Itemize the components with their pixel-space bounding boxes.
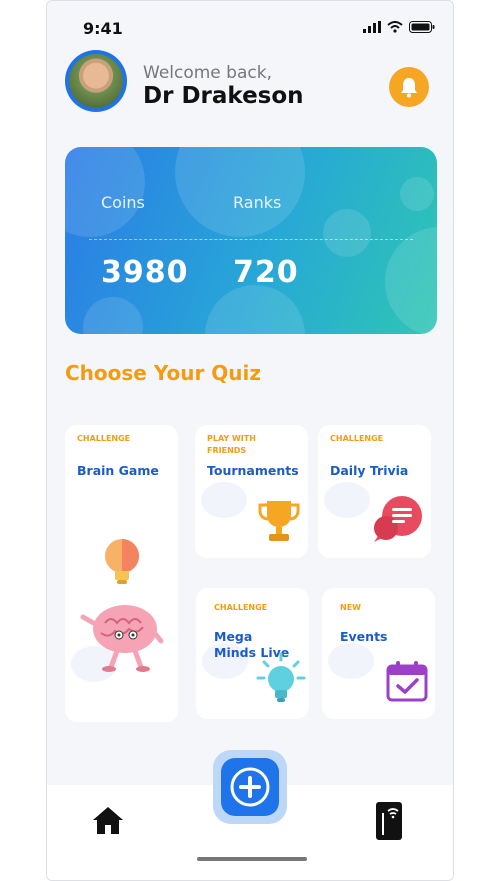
quiz-tag: PLAY WITH FRIENDS — [207, 434, 256, 455]
add-button[interactable] — [221, 758, 279, 816]
chat-icon — [374, 496, 422, 542]
battery-icon — [409, 21, 435, 33]
bg-bubble — [65, 147, 145, 237]
bg-bubble — [205, 285, 305, 334]
coins-label: Coins — [101, 193, 145, 212]
section-title: Choose Your Quiz — [65, 361, 262, 385]
user-name: Dr Drakeson — [143, 83, 304, 109]
quiz-card-daily-trivia[interactable]: CHALLENGE Daily Trivia — [318, 425, 431, 558]
ranks-label: Ranks — [233, 193, 282, 212]
bg-bubble — [385, 227, 437, 334]
status-time: 9:41 — [83, 19, 123, 38]
bg-bubble — [83, 297, 143, 334]
plus-icon — [230, 767, 270, 807]
quiz-title: Events — [340, 629, 388, 644]
ranks-value: 720 — [233, 255, 299, 290]
quiz-tag: CHALLENGE — [330, 434, 384, 443]
notification-button[interactable] — [389, 67, 429, 107]
lightbulb-icon — [256, 652, 306, 702]
wifi-icon — [387, 21, 403, 33]
home-indicator — [197, 857, 307, 861]
quiz-card-tournaments[interactable]: PLAY WITH FRIENDS Tournaments — [195, 425, 308, 558]
quiz-title: Tournaments — [207, 463, 299, 478]
avatar[interactable] — [65, 50, 127, 112]
calendar-icon — [386, 661, 428, 702]
bg-bubble — [323, 209, 371, 257]
app-screen: 9:41 Welcome back, Dr Drakeson Coins Ran… — [46, 0, 454, 881]
bell-icon — [401, 78, 417, 98]
quiz-tag: CHALLENGE — [214, 603, 268, 612]
quiz-tag: CHALLENGE — [77, 434, 131, 443]
quiz-card-brain-game[interactable]: CHALLENGE Brain Game — [65, 425, 178, 722]
welcome-text: Welcome back, — [143, 63, 272, 83]
quiz-title: Daily Trivia — [330, 463, 409, 478]
bg-bubble — [175, 147, 305, 237]
status-bar: 9:41 — [47, 1, 453, 57]
phone-icon[interactable] — [374, 801, 404, 841]
quiz-tag: NEW — [340, 603, 361, 612]
coins-value: 3980 — [101, 255, 189, 290]
home-icon[interactable] — [92, 804, 124, 836]
brain-icon — [80, 605, 164, 672]
trophy-icon — [258, 501, 300, 541]
status-icons — [363, 21, 435, 33]
quiz-card-mega-minds-live[interactable]: CHALLENGE Mega Minds Live — [196, 588, 309, 719]
stats-card: Coins Ranks 3980 720 — [65, 147, 437, 334]
quiz-title: Brain Game — [77, 463, 159, 478]
lightbulb-icon — [105, 539, 139, 584]
divider — [89, 239, 413, 240]
avatar-photo — [69, 54, 123, 108]
bg-bubble — [400, 177, 434, 211]
signal-icon — [363, 21, 381, 33]
quiz-card-events[interactable]: NEW Events — [322, 588, 435, 719]
